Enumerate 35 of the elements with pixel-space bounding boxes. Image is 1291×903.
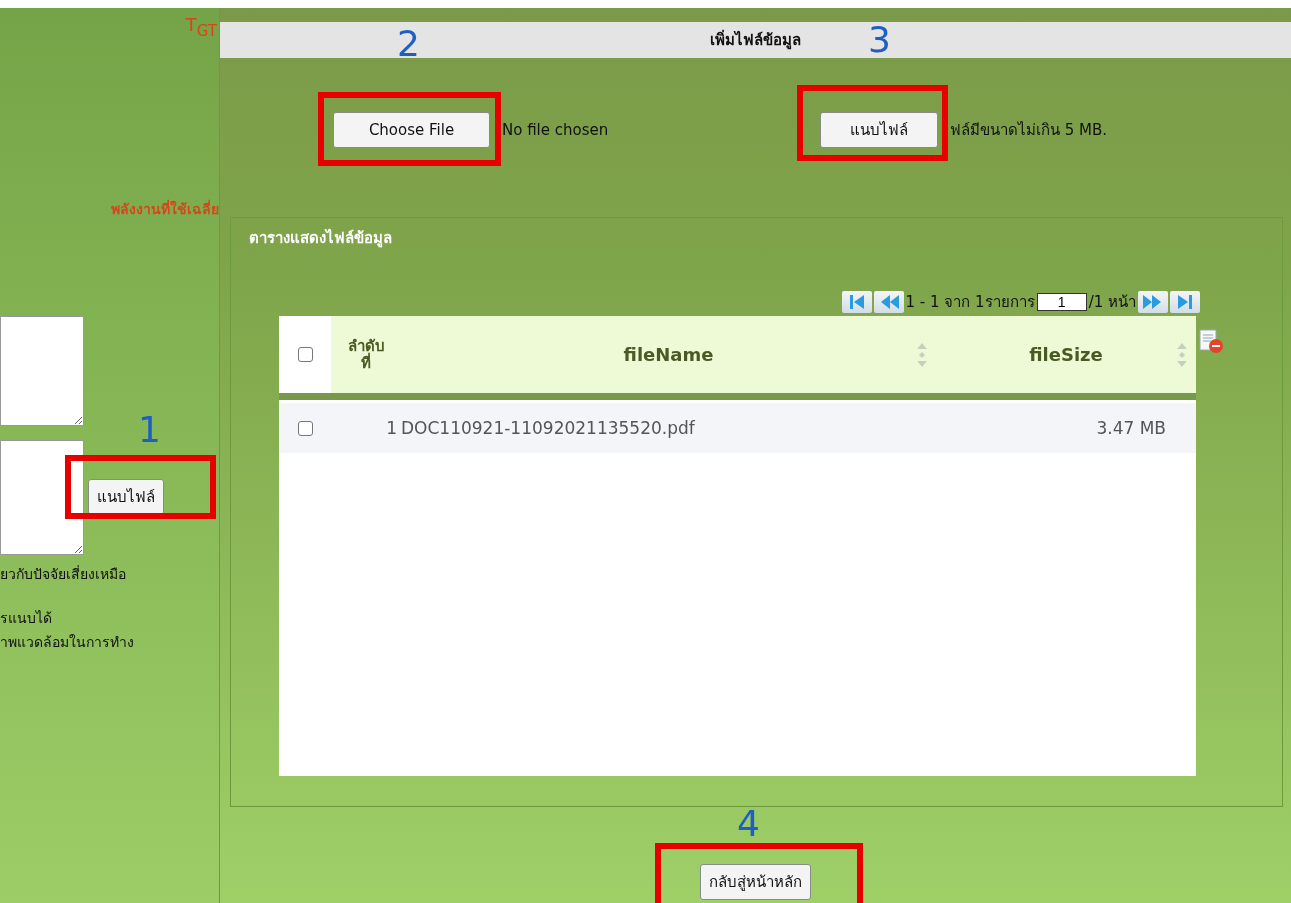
- table-cell-text: DOC110921-11092021135520.pdf: [401, 418, 696, 438]
- sort-icon[interactable]: [916, 342, 928, 368]
- next-page-icon[interactable]: [1138, 291, 1168, 313]
- column-header[interactable]: fileName: [623, 344, 714, 365]
- previous-page-icon[interactable]: [873, 291, 904, 313]
- page-total-text: /1 หน้า: [1088, 292, 1136, 313]
- select-all-checkbox[interactable]: [297, 347, 313, 362]
- annotation-number: 2: [397, 26, 420, 62]
- table-cell-text: 3.47 MB: [1095, 418, 1167, 438]
- attach-file-button[interactable]: แนบไฟล์: [88, 479, 164, 516]
- pager-range-text: 1 - 1 จาก 1รายการ: [905, 292, 1035, 313]
- size-note: ฟล์มีขนาดไม่เกิน 5 MB.: [950, 120, 1108, 141]
- text-area[interactable]: [0, 439, 84, 555]
- form-text: ยวกับปัจจัยเสี่ยงเหมือ: [0, 564, 127, 584]
- back-to-main-button[interactable]: กลับสู่หน้าหลัก: [700, 864, 811, 900]
- panel-legend: ตารางแสดงไฟล์ข้อมูล: [249, 226, 1196, 250]
- annotation-number: 4: [737, 806, 760, 842]
- form-label: พลังงานที่ใช้เฉลี่ย: [111, 198, 219, 219]
- row-checkbox[interactable]: [297, 420, 313, 436]
- last-page-icon[interactable]: [1170, 291, 1200, 313]
- column-header[interactable]: fileSize: [1029, 344, 1103, 365]
- attach-file-button[interactable]: แนบไฟล์: [820, 112, 938, 148]
- table-cell-text: 1: [385, 418, 398, 438]
- annotation-number: 3: [868, 22, 891, 58]
- file-status-text: No file chosen: [502, 121, 610, 139]
- form-text: รแนบได้: [0, 608, 53, 628]
- column-header[interactable]: ลำดับ ที่: [342, 338, 390, 371]
- page-number-field[interactable]: 1: [1036, 293, 1087, 311]
- text-area[interactable]: [0, 315, 84, 426]
- form-text: าพแวดล้อมในการทำง: [0, 632, 135, 652]
- form-label: T$_{GT}$: [185, 14, 217, 40]
- sort-icon[interactable]: [1176, 342, 1188, 368]
- annotation-number: 1: [138, 412, 161, 448]
- first-page-icon[interactable]: [841, 291, 872, 313]
- choose-file-button[interactable]: Choose File: [333, 112, 490, 148]
